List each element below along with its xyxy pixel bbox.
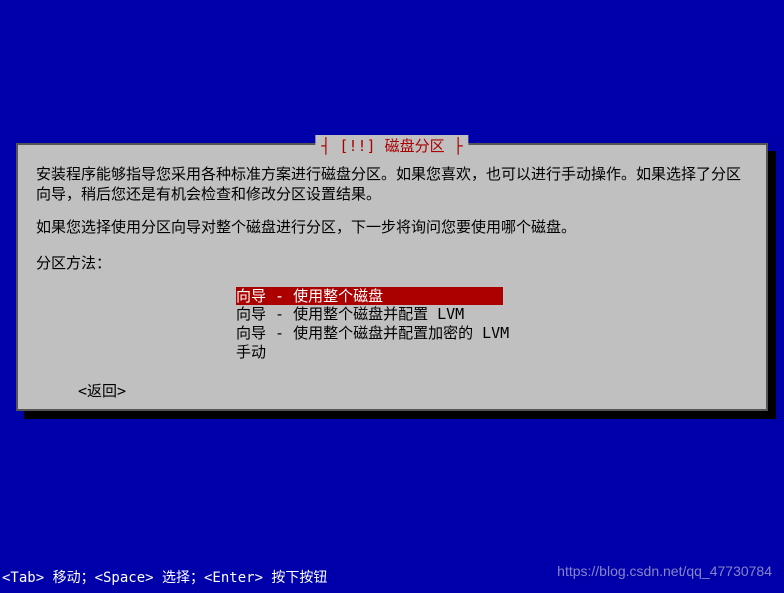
option-guided-lvm[interactable]: 向导 - 使用整个磁盘并配置 LVM [236, 305, 464, 323]
option-guided-encrypted-lvm[interactable]: 向导 - 使用整个磁盘并配置加密的 LVM [236, 324, 509, 342]
partition-dialog: ┤ [!!] 磁盘分区 ├ 安装程序能够指导您采用各种标准方案进行磁盘分区。如果… [16, 143, 768, 411]
dialog-wrapper: ┤ [!!] 磁盘分区 ├ 安装程序能够指导您采用各种标准方案进行磁盘分区。如果… [16, 143, 768, 411]
partition-method-options: 向导 - 使用整个磁盘 向导 - 使用整个磁盘并配置 LVM 向导 - 使用整个… [236, 287, 748, 362]
go-back-button[interactable]: <返回> [78, 380, 748, 401]
option-manual[interactable]: 手动 [236, 343, 266, 361]
watermark-text: https://blog.csdn.net/qq_47730784 [557, 563, 772, 579]
option-guided-whole-disk[interactable]: 向导 - 使用整个磁盘 [236, 287, 503, 306]
method-label: 分区方法： [36, 252, 748, 273]
dialog-paragraph-2: 如果您选择使用分区向导对整个磁盘进行分区，下一步将询问您要使用哪个磁盘。 [36, 218, 748, 238]
dialog-paragraph-1: 安装程序能够指导您采用各种标准方案进行磁盘分区。如果您喜欢，也可以进行手动操作。… [36, 165, 748, 204]
footer-keybind-hint: <Tab> 移动；<Space> 选择；<Enter> 按下按钮 [2, 567, 327, 587]
dialog-title: ┤ [!!] 磁盘分区 ├ [315, 135, 468, 156]
